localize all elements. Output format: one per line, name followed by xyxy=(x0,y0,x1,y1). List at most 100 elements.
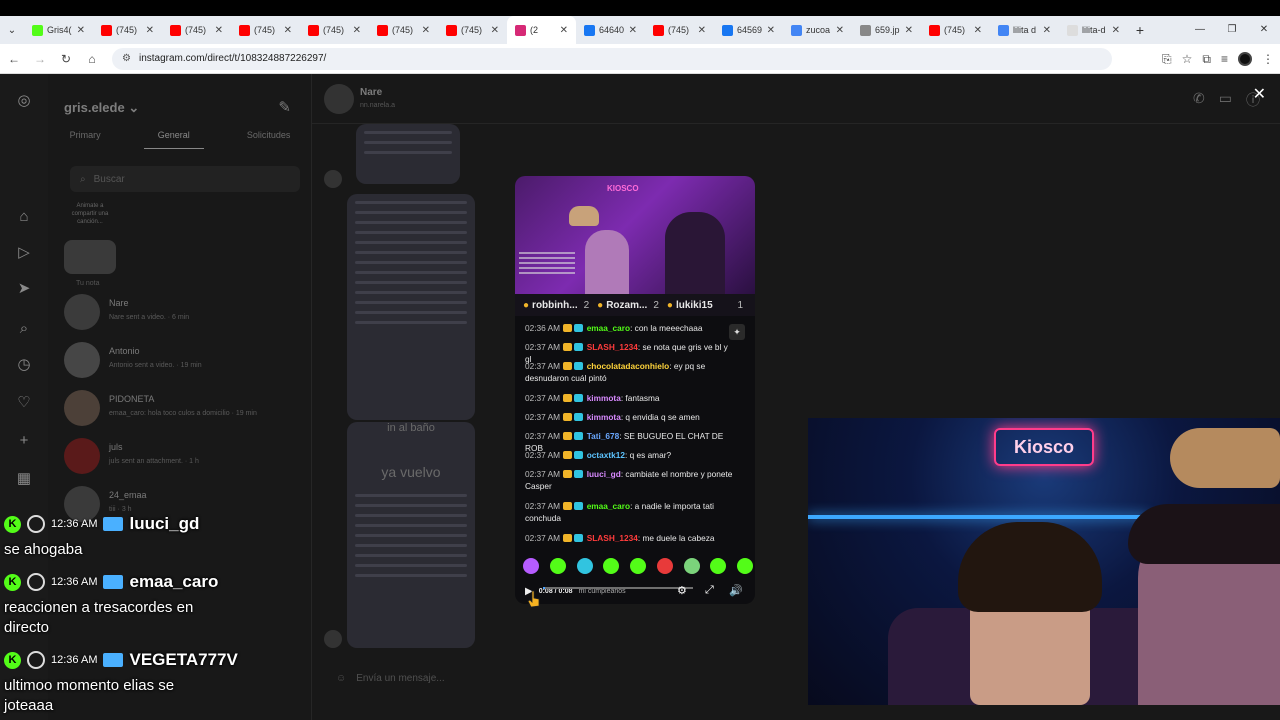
message-user[interactable]: chocolatadaconhielo xyxy=(587,361,670,371)
messages-icon[interactable]: ➤ xyxy=(12,276,36,300)
close-window-icon[interactable]: ✕ xyxy=(1248,16,1280,44)
tab-general[interactable]: General xyxy=(143,130,204,149)
fullscreen-icon[interactable]: ⤢ xyxy=(705,584,714,597)
tab-primary[interactable]: Primary xyxy=(70,130,101,149)
conversation-item[interactable]: PIDONETA emaa_caro: hola toco culos a dom… xyxy=(64,390,304,430)
emoji-icon[interactable]: ☺ xyxy=(336,673,346,684)
browser-tab[interactable]: 659.jp ✕ xyxy=(852,16,921,44)
message-user[interactable]: Tati_678 xyxy=(587,431,620,441)
tab-close-icon[interactable]: ✕ xyxy=(698,25,706,36)
extensions-puzzle-icon[interactable]: ⧉ xyxy=(1202,52,1211,67)
emote-icon[interactable] xyxy=(630,558,646,574)
message-user[interactable]: kimmota xyxy=(587,412,621,422)
reels-icon[interactable]: ▷ xyxy=(12,240,36,264)
account-switcher[interactable]: gris.elede ⌄ xyxy=(64,100,139,116)
media-queue-icon[interactable]: ≡ xyxy=(1221,52,1228,66)
browser-tab[interactable]: zucoa ✕ xyxy=(783,16,852,44)
reel-video-player[interactable]: KIOSCO ● robbinh... 2 ● Rozam... 2 ● lukiki15 1 … xyxy=(515,176,755,604)
message-input[interactable]: ☺ Envía un mensaje... xyxy=(328,666,888,690)
message-user[interactable]: SLASH_1234 xyxy=(587,533,638,543)
emote-icon[interactable] xyxy=(603,558,620,574)
browser-tab[interactable]: (745) ✕ xyxy=(162,16,231,44)
browser-tab[interactable]: Gris4(✕ xyxy=(24,16,93,44)
kebab-menu-icon[interactable]: ⋮ xyxy=(1262,52,1274,66)
new-tab-plus-icon[interactable]: + xyxy=(1128,22,1152,38)
install-app-icon[interactable]: ⎘ xyxy=(1162,52,1172,67)
browser-tab[interactable]: (745) ✕ xyxy=(921,16,990,44)
browser-tab[interactable]: (2 ✕ xyxy=(507,16,576,44)
conversation-item[interactable]: juls juls sent an attachment. · 1 h xyxy=(64,438,304,478)
search-icon[interactable]: ⌕ xyxy=(12,316,36,340)
browser-tab[interactable]: (745) ✕ xyxy=(369,16,438,44)
browser-tab[interactable]: 64640 ✕ xyxy=(576,16,645,44)
instagram-logo-icon[interactable]: ◎ xyxy=(12,88,36,112)
message-user[interactable]: emaa_caro xyxy=(587,323,630,333)
tab-close-icon[interactable]: ✕ xyxy=(1043,25,1051,36)
close-viewer-icon[interactable]: ✕ xyxy=(1253,84,1266,104)
dashboard-icon[interactable]: ▦ xyxy=(12,466,36,490)
tab-close-icon[interactable]: ✕ xyxy=(491,25,499,36)
tab-close-icon[interactable]: ✕ xyxy=(215,25,223,36)
emote-icon[interactable] xyxy=(710,558,727,574)
reload-icon[interactable]: ↻ xyxy=(54,52,78,66)
conversation-item[interactable]: Antonio Antonio sent a video. · 19 min xyxy=(64,342,304,382)
notifications-heart-icon[interactable]: ♡ xyxy=(12,390,36,414)
shared-video-thumbnail[interactable]: in al baño ya vuelvo xyxy=(347,422,475,648)
forward-arrow-icon[interactable]: → xyxy=(28,52,52,66)
emote-icon[interactable] xyxy=(523,558,539,574)
search-input[interactable]: ⌕ Buscar xyxy=(70,166,300,192)
message-user[interactable]: SLASH_1234 xyxy=(587,342,638,352)
tab-close-icon[interactable]: ✕ xyxy=(284,25,292,36)
conversation-item[interactable]: Nare Nare sent a video. · 6 min xyxy=(64,294,304,334)
emote-icon[interactable] xyxy=(576,558,593,574)
note-avatar[interactable] xyxy=(64,240,116,274)
minimize-icon[interactable]: — xyxy=(1184,16,1216,44)
tab-close-icon[interactable]: ✕ xyxy=(422,25,430,36)
message-user[interactable]: octaxtk12 xyxy=(587,450,625,460)
explore-compass-icon[interactable]: ◷ xyxy=(12,352,36,376)
browser-tab[interactable]: (745) ✕ xyxy=(645,16,714,44)
browser-tab[interactable]: (745) ✕ xyxy=(231,16,300,44)
emote-icon[interactable] xyxy=(737,558,753,574)
tab-close-icon[interactable]: ✕ xyxy=(836,25,844,36)
tab-close-icon[interactable]: ✕ xyxy=(905,25,913,36)
new-message-icon[interactable]: ✎ xyxy=(278,98,291,116)
browser-tab[interactable]: (745) ✕ xyxy=(438,16,507,44)
message-user[interactable]: emaa_caro xyxy=(587,501,630,511)
contact-avatar[interactable] xyxy=(324,84,354,114)
browser-tab[interactable]: lilita-d ✕ xyxy=(1059,16,1128,44)
shared-video-thumbnail[interactable] xyxy=(347,194,475,420)
note-bubble[interactable]: Animate a compartir una canción... xyxy=(66,202,114,226)
tab-close-icon[interactable]: ✕ xyxy=(146,25,154,36)
tab-close-icon[interactable]: ✕ xyxy=(77,25,85,36)
tab-search-chevron-icon[interactable]: ⌄ xyxy=(0,25,24,36)
browser-tab[interactable]: (745) ✕ xyxy=(300,16,369,44)
tab-close-icon[interactable]: ✕ xyxy=(629,25,637,36)
bookmark-star-icon[interactable]: ☆ xyxy=(1182,52,1193,66)
tab-close-icon[interactable]: ✕ xyxy=(767,25,775,36)
contact-name[interactable]: Nare xyxy=(360,87,382,98)
tab-close-icon[interactable]: ✕ xyxy=(560,25,568,36)
tab-requests[interactable]: Solicitudes xyxy=(247,130,291,149)
phone-icon[interactable]: ✆ xyxy=(1193,90,1205,110)
maximize-icon[interactable]: ❐ xyxy=(1216,16,1248,44)
browser-tab[interactable]: (745) ✕ xyxy=(93,16,162,44)
emote-icon[interactable] xyxy=(683,558,700,574)
message-user[interactable]: kimmota xyxy=(587,393,621,403)
tab-close-icon[interactable]: ✕ xyxy=(974,25,982,36)
back-arrow-icon[interactable]: ← xyxy=(2,52,26,66)
profile-avatar[interactable] xyxy=(1238,52,1252,66)
volume-icon[interactable]: 🔊 xyxy=(729,584,743,597)
settings-gear-icon[interactable]: ⚙ xyxy=(677,584,687,597)
emote-icon[interactable] xyxy=(549,558,566,574)
url-field[interactable]: ⚙ instagram.com/direct/t/108324887226297… xyxy=(112,47,1112,70)
message-user[interactable]: luuci_gd xyxy=(587,469,621,479)
progress-bar[interactable] xyxy=(543,587,693,589)
browser-tab[interactable]: 64569 ✕ xyxy=(714,16,783,44)
video-call-icon[interactable]: ▭ xyxy=(1219,90,1232,110)
shared-video-thumbnail[interactable] xyxy=(356,124,460,184)
home-icon[interactable]: ⌂ xyxy=(12,204,36,228)
create-plus-icon[interactable]: + xyxy=(12,428,36,452)
tab-close-icon[interactable]: ✕ xyxy=(1112,25,1120,36)
emote-icon[interactable] xyxy=(656,558,673,574)
